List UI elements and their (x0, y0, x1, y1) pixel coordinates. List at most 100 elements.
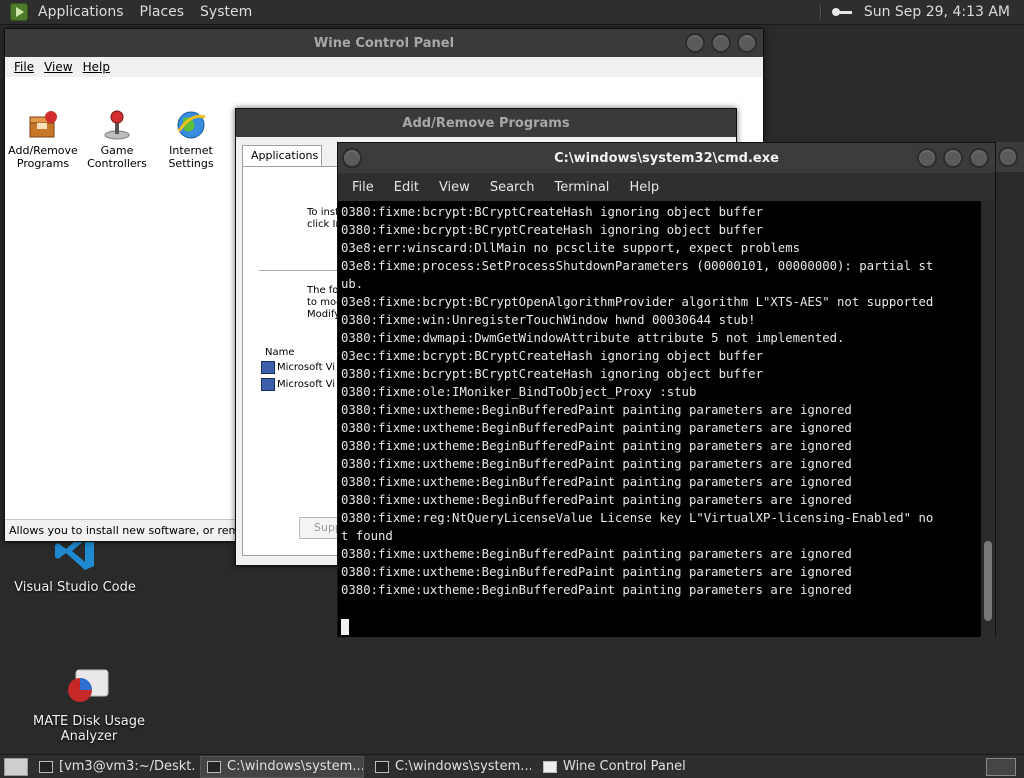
terminal-icon (39, 760, 53, 773)
cmd-icon (375, 760, 389, 773)
bottom-panel: [vm3@vm3:~/Deskt... C:\windows\system...… (0, 754, 1024, 778)
taskbar-item-terminal[interactable]: [vm3@vm3:~/Deskt... (32, 756, 196, 778)
terminal-line: 03e8:fixme:bcrypt:BCryptOpenAlgorithmPro… (341, 295, 934, 309)
joystick-icon (101, 96, 133, 140)
terminal-line: 0380:fixme:uxtheme:BeginBufferedPaint pa… (341, 475, 852, 489)
maximize-button[interactable] (943, 148, 963, 168)
terminal-line: 03e8:err:winscard:DllMain no pcsclite su… (341, 241, 801, 255)
desktop-icon-label: Visual Studio Code (14, 580, 136, 595)
terminal-line: 0380:fixme:bcrypt:BCryptCreateHash ignor… (341, 205, 763, 219)
desktop-icon-disk-usage[interactable]: MATE Disk Usage Analyzer (20, 638, 158, 759)
terminal-line: 0380:fixme:reg:NtQueryLicenseValue Licen… (341, 511, 934, 525)
scrollbar-thumb[interactable] (984, 541, 992, 621)
terminal-line: 0380:fixme:uxtheme:BeginBufferedPaint pa… (341, 493, 852, 507)
task-label: [vm3@vm3:~/Deskt... (59, 759, 196, 774)
terminal-line: t found (341, 529, 393, 543)
add-remove-programs-icon (27, 96, 59, 138)
taskbar-item-wine-control-panel[interactable]: Wine Control Panel (536, 756, 700, 778)
terminal-line: 0380:fixme:uxtheme:BeginBufferedPaint pa… (341, 565, 852, 579)
name-column-header[interactable]: Name (265, 347, 295, 359)
list-item[interactable]: Microsoft Vi (261, 378, 335, 391)
globe-icon (175, 96, 207, 139)
clock[interactable]: Sun Sep 29, 4:13 AM (864, 4, 1010, 20)
menu-help[interactable]: Help (619, 180, 669, 195)
applications-menu[interactable]: Applications (30, 0, 132, 25)
title-bar[interactable]: Wine Control Panel (5, 29, 763, 57)
divider (259, 270, 349, 271)
menu-file[interactable]: File (342, 180, 384, 195)
menu-bar: File View Help (5, 57, 763, 77)
menu-help[interactable]: Help (78, 60, 115, 74)
terminal-line: 0380:fixme:bcrypt:BCryptCreateHash ignor… (341, 223, 763, 237)
program-name: Microsoft Vi (277, 378, 336, 390)
title-bar[interactable]: C:\windows\system32\cmd.exe (338, 143, 995, 173)
terminal-line: 0380:fixme:uxtheme:BeginBufferedPaint pa… (341, 547, 852, 561)
close-button[interactable] (969, 148, 989, 168)
workspace-1[interactable] (986, 757, 1016, 776)
text-cursor (341, 619, 349, 635)
minimize-button[interactable] (917, 148, 937, 168)
window-title: Add/Remove Programs (402, 115, 570, 131)
terminal-scrollbar[interactable] (981, 201, 995, 637)
scrollbar[interactable] (1010, 200, 1024, 636)
list-item[interactable]: Microsoft Vi (261, 361, 335, 374)
applet-game-controllers[interactable]: Game Controllers (81, 83, 153, 183)
show-desktop-button[interactable] (4, 757, 28, 776)
terminal-line: 0380:fixme:dwmapi:DwmGetWindowAttribute … (341, 331, 845, 345)
terminal-line: 0380:fixme:uxtheme:BeginBufferedPaint pa… (341, 421, 852, 435)
tab-applications[interactable]: Applications (242, 145, 322, 167)
desktop-icon-label: MATE Disk Usage Analyzer (33, 714, 145, 744)
top-panel: Applications Places System Sun Sep 29, 4… (0, 0, 1024, 25)
workspace-switcher[interactable] (986, 757, 1024, 776)
window-button[interactable] (998, 147, 1018, 167)
program-icon (261, 378, 275, 391)
program-name: Microsoft Vi (277, 361, 336, 373)
terminal-line: 0380:fixme:uxtheme:BeginBufferedPaint pa… (341, 439, 852, 453)
places-menu[interactable]: Places (132, 0, 193, 25)
applet-label: Game Controllers (87, 144, 147, 170)
terminal-line: 0380:fixme:bcrypt:BCryptCreateHash ignor… (341, 367, 763, 381)
close-button[interactable] (737, 33, 757, 53)
menu-bar: File Edit View Search Terminal Help (338, 173, 995, 201)
taskbar-item-cmd-1[interactable]: C:\windows\system... (200, 755, 364, 778)
system-menu[interactable]: System (192, 0, 260, 25)
title-bar[interactable]: Add/Remove Programs (236, 109, 736, 137)
task-label: C:\windows\system... (395, 759, 532, 774)
terminal-line: 03ec:fixme:bcrypt:BCryptCreateHash ignor… (341, 349, 763, 363)
terminal-line: 03e8:fixme:process:SetProcessShutdownPar… (341, 259, 934, 273)
applet-internet-settings[interactable]: Internet Settings (155, 83, 227, 183)
terminal-line: 0380:fixme:uxtheme:BeginBufferedPaint pa… (341, 457, 852, 471)
terminal-line: 0380:fixme:uxtheme:BeginBufferedPaint pa… (341, 583, 852, 597)
terminal-prompt-line[interactable] (341, 617, 977, 635)
terminal-line: ub. (341, 277, 364, 291)
task-label: Wine Control Panel (563, 759, 686, 774)
taskbar-item-cmd-2[interactable]: C:\windows\system... (368, 756, 532, 778)
menu-view[interactable]: View (39, 60, 77, 74)
keyring-icon[interactable] (831, 7, 854, 17)
terminal-line: 0380:fixme:win:UnregisterTouchWindow hwn… (341, 313, 756, 327)
menu-file[interactable]: File (9, 60, 39, 74)
background-window-edge (996, 142, 1024, 636)
control-panel-icon (543, 760, 557, 773)
mate-logo-icon[interactable] (10, 3, 28, 21)
menu-view[interactable]: View (429, 180, 480, 195)
window-menu-button[interactable] (342, 148, 362, 168)
menu-terminal[interactable]: Terminal (544, 180, 619, 195)
maximize-button[interactable] (711, 33, 731, 53)
modify-text-line1: The fo (307, 285, 339, 296)
minimize-button[interactable] (685, 33, 705, 53)
disk-usage-icon (66, 653, 112, 702)
program-icon (261, 361, 275, 374)
menu-edit[interactable]: Edit (384, 180, 429, 195)
window-title: Wine Control Panel (313, 35, 455, 51)
applet-add-remove-programs[interactable]: Add/Remove Programs (7, 83, 79, 183)
applet-label: Add/Remove Programs (8, 144, 78, 170)
modify-text-line3: Modify (307, 309, 341, 320)
terminal-line: 0380:fixme:uxtheme:BeginBufferedPaint pa… (341, 403, 852, 417)
title-bar[interactable] (996, 142, 1024, 172)
terminal-output[interactable]: 0380:fixme:bcrypt:BCryptCreateHash ignor… (338, 201, 980, 637)
cmd-icon (207, 760, 221, 773)
window-title: C:\windows\system32\cmd.exe (554, 150, 779, 166)
menu-search[interactable]: Search (480, 180, 545, 195)
